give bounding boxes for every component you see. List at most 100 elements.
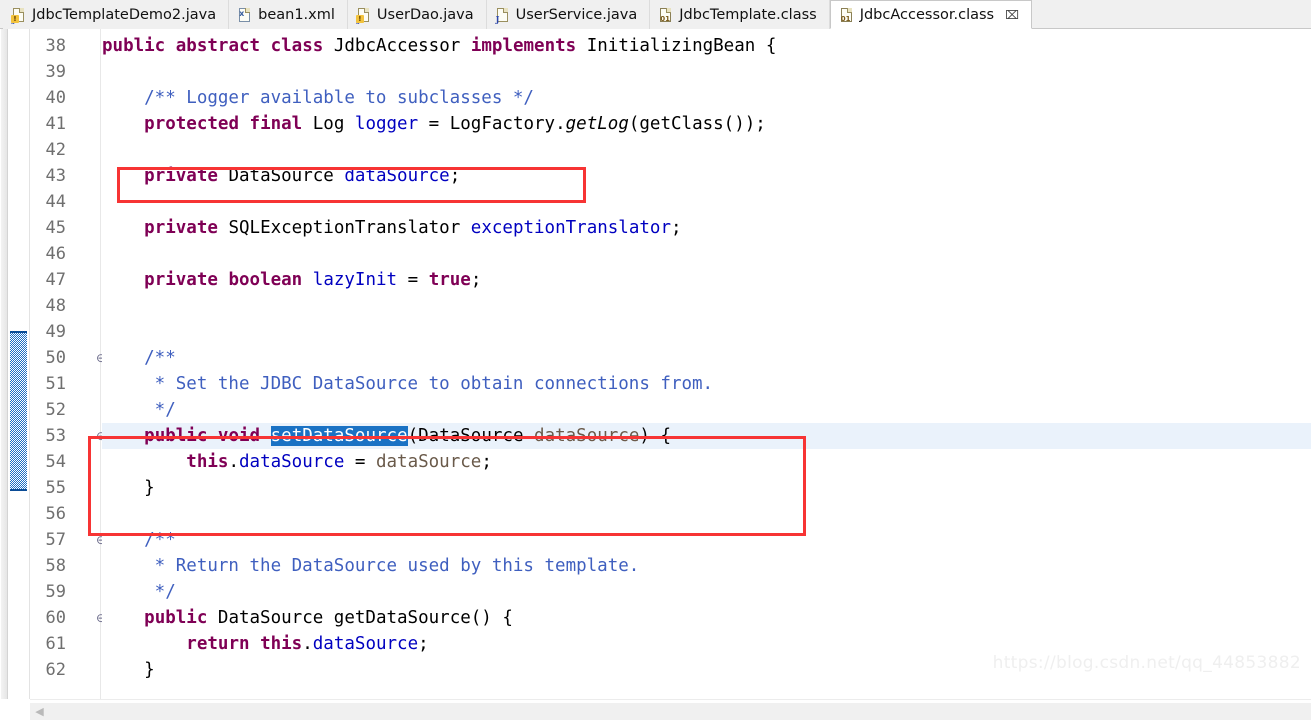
line-number: 39: [45, 62, 66, 82]
code-token: exceptionTranslator: [470, 218, 671, 238]
code-token: .: [228, 452, 239, 472]
editor-tab-bar: J!JdbcTemplateDemo2.javaxbean1.xmlJ!User…: [0, 0, 1311, 29]
code-token: void: [217, 426, 261, 446]
code-token: public: [144, 608, 208, 628]
code-token: abstract: [175, 36, 261, 56]
code-token: private: [144, 166, 218, 186]
editor-tab-userdao-java[interactable]: J!UserDao.java: [347, 0, 487, 29]
code-line[interactable]: /**: [102, 345, 176, 371]
editor-tab-jdbcaccessor-class[interactable]: 01 JdbcAccessor.class ⌧: [829, 0, 1032, 29]
code-token: ;: [418, 634, 429, 654]
code-line[interactable]: public DataSource getDataSource() {: [102, 605, 513, 631]
selected-text: setDataSource: [270, 426, 408, 446]
code-line[interactable]: */: [102, 579, 176, 605]
editor-tab-userservice-java[interactable]: J UserService.java: [486, 0, 651, 29]
code-line[interactable]: protected final Log logger = LogFactory.…: [102, 111, 766, 137]
code-token: dataSource: [375, 452, 482, 472]
code-token: dataSource: [239, 452, 345, 472]
code-token: =: [344, 452, 376, 472]
code-token: class: [270, 36, 324, 56]
tab-close-icon[interactable]: ⌧: [1005, 8, 1019, 22]
code-token: ) {: [639, 426, 671, 446]
line-number: 53: [45, 426, 66, 446]
code-line[interactable]: private SQLExceptionTranslator exception…: [102, 215, 681, 241]
code-line[interactable]: }: [102, 475, 155, 501]
code-line[interactable]: return this.dataSource;: [102, 631, 429, 657]
line-number: 42: [45, 140, 66, 160]
code-line[interactable]: public abstract class JdbcAccessor imple…: [102, 33, 776, 59]
horizontal-scrollbar[interactable]: ◀: [0, 699, 1311, 722]
code-token: dataSource: [534, 426, 640, 446]
code-token: boolean: [228, 270, 303, 290]
class-file-icon: 01: [839, 7, 855, 23]
line-number: 62: [45, 660, 66, 680]
code-line[interactable]: * Return the DataSource used by this tem…: [102, 553, 640, 579]
code-token: JdbcAccessor: [323, 36, 471, 56]
editor-tab-bean1-xml[interactable]: x bean1.xml: [229, 0, 348, 29]
code-line[interactable]: /**: [102, 527, 176, 553]
line-number: 50: [45, 348, 66, 368]
line-number: 51: [45, 374, 66, 394]
code-token: this: [260, 634, 303, 654]
scroll-left-arrow-icon[interactable]: ◀: [32, 704, 47, 719]
editor-tab-label: bean1.xml: [258, 6, 335, 23]
line-number: 56: [45, 504, 66, 524]
code-line[interactable]: */: [102, 397, 176, 423]
java-warning-file-icon: J!: [355, 7, 372, 23]
editor-tab-jdbctemplate-class[interactable]: 01 JdbcTemplate.class: [650, 0, 830, 29]
code-token: = LogFactory.: [418, 114, 566, 134]
code-token: (getClass());: [628, 114, 766, 134]
line-number: 54: [45, 452, 66, 472]
code-token: logger: [354, 114, 419, 134]
code-line[interactable]: public void setDataSource(DataSource dat…: [102, 423, 1311, 449]
code-line[interactable]: /** Logger available to subclasses */: [102, 85, 534, 111]
code-token: ;: [481, 452, 492, 472]
line-number: 49: [45, 322, 66, 342]
code-token: DataSource: [217, 166, 345, 186]
line-number: 40: [45, 88, 66, 108]
warning-badge-icon: !: [355, 14, 364, 23]
code-token: public: [102, 36, 166, 56]
java-warning-file-icon: J!: [11, 7, 27, 23]
editor-tab-label: JdbcTemplate.class: [679, 6, 817, 23]
code-token: return: [186, 634, 250, 654]
code-token: InitializingBean {: [576, 36, 777, 56]
line-number: 61: [45, 634, 66, 654]
changed-lines-marker-icon[interactable]: [10, 331, 27, 491]
code-line[interactable]: private boolean lazyInit = true;: [102, 267, 481, 293]
ruler-track: [1, 29, 8, 699]
code-token: ;: [470, 270, 482, 290]
code-token: Log: [302, 114, 355, 134]
line-number: 41: [45, 114, 66, 134]
code-line[interactable]: this.dataSource = dataSource;: [102, 449, 492, 475]
editor-tab-label: UserDao.java: [376, 6, 474, 23]
code-token: dataSource: [312, 634, 419, 654]
code-line[interactable]: }: [102, 657, 155, 683]
code-line[interactable]: private DataSource dataSource;: [102, 163, 460, 189]
line-number-gutter[interactable]: 38 39 40 41 42 43 44 45 46 47 48 49 50 ⊖ 51 52 53 ⊖ 54 55 56…: [31, 29, 106, 699]
line-number: 46: [45, 244, 66, 264]
code-token: */: [102, 400, 176, 420]
code-line[interactable]: * Set the JDBC DataSource to obtain conn…: [102, 371, 713, 397]
code-token: true: [428, 270, 471, 290]
code-token: private: [144, 270, 218, 290]
code-token: lazyInit: [312, 270, 398, 290]
code-token: final: [249, 114, 303, 134]
code-token: private: [144, 218, 218, 238]
code-token: dataSource: [344, 166, 450, 186]
scrollbar-track[interactable]: [30, 703, 1311, 720]
code-token: }: [102, 478, 155, 498]
editor-tab-jdbctemplatedemo2-java[interactable]: J! JdbcTemplateDemo2.java: [3, 0, 230, 29]
line-number: 60: [45, 608, 66, 628]
code-token: SQLExceptionTranslator: [217, 218, 471, 238]
code-content[interactable]: public abstract class JdbcAccessor imple…: [102, 29, 1311, 699]
eclipse-editor-window: J!JdbcTemplateDemo2.javaxbean1.xmlJ!User…: [0, 0, 1311, 722]
editor-tab-label: JdbcAccessor.class: [859, 6, 995, 23]
